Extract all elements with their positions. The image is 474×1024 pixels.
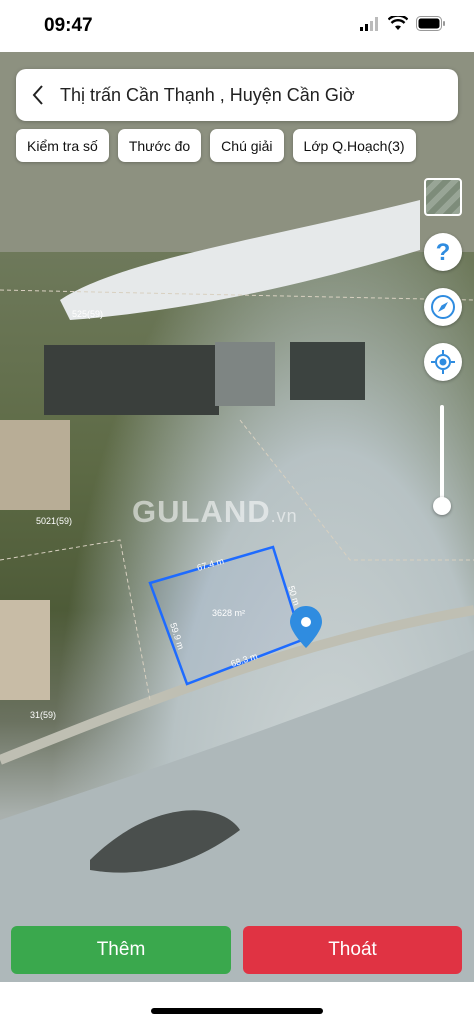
map-controls: ? [424,178,462,381]
locate-icon [431,350,455,374]
wifi-icon [388,16,408,30]
signal-icon [360,16,378,31]
compass-button[interactable] [424,288,462,326]
locate-button[interactable] [424,343,462,381]
question-icon: ? [436,239,451,266]
status-time: 09:47 [44,15,93,36]
status-icons [360,16,446,31]
slider-thumb[interactable] [433,497,451,515]
layer-toggle-button[interactable] [424,178,462,216]
parcel-label-1: 525(59) [72,309,103,319]
satellite-map[interactable]: 67.4 m 3628 m² 59.9 m 50 m 68.3 m 525(59… [0,52,474,982]
home-area [0,982,474,1024]
watermark-main: GULAND [132,494,271,529]
chip-check-number[interactable]: Kiểm tra số [16,129,109,162]
watermark-suffix: .vn [270,506,298,526]
chevron-left-icon [32,85,43,105]
page-title: Thị trấn Cần Thạnh , Huyện Cần Giờ [60,84,355,105]
exit-button[interactable]: Thoát [243,926,462,974]
opacity-slider[interactable] [433,405,451,515]
add-button[interactable]: Thêm [11,926,231,974]
toolbar-chips: Kiểm tra số Thước đo Chú giải Lớp Q.Hoạc… [16,129,416,162]
compass-icon [431,295,455,319]
chip-planning-layer[interactable]: Lớp Q.Hoạch(3) [292,129,416,162]
chip-measure[interactable]: Thước đo [117,129,202,162]
action-bar: Thêm Thoát [0,926,474,986]
slider-track [440,405,444,505]
watermark: GULAND.vn [132,494,298,530]
battery-icon [416,16,445,31]
help-button[interactable]: ? [424,233,462,271]
status-bar: 09:47 [0,0,474,52]
location-header: Thị trấn Cần Thạnh , Huyện Cần Giờ [16,69,458,121]
home-indicator[interactable] [151,1008,323,1014]
back-button[interactable] [16,69,60,121]
parcel-label-2: 5021(59) [36,516,72,526]
svg-text:?: ? [436,239,451,266]
parcel-label-3: 31(59) [30,710,56,720]
parcel-area: 3628 m² [212,608,245,618]
chip-legend[interactable]: Chú giải [210,129,284,162]
